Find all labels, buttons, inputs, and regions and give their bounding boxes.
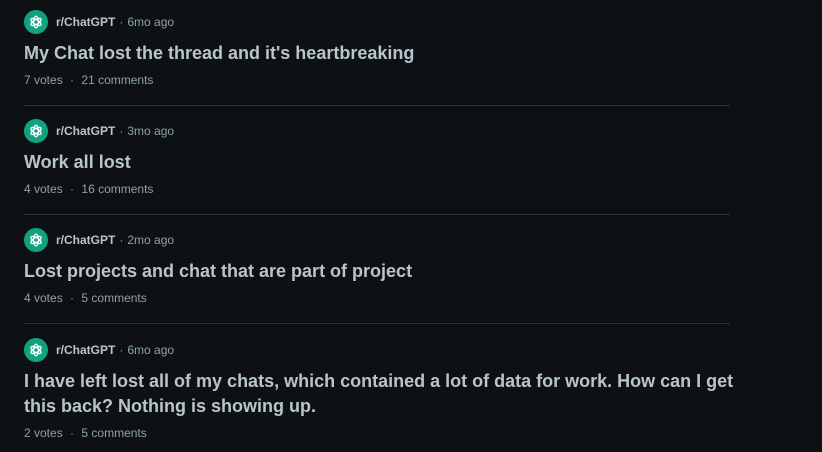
openai-logo-icon	[30, 343, 42, 357]
post-card[interactable]: r/ChatGPT · 6mo ago My Chat lost the thr…	[24, 10, 744, 88]
subreddit-avatar[interactable]	[24, 228, 48, 252]
subreddit-link[interactable]: r/ChatGPT	[56, 15, 115, 29]
search-results-feed: r/ChatGPT · 6mo ago My Chat lost the thr…	[0, 0, 822, 452]
stats-separator: ·	[70, 426, 75, 440]
subreddit-avatar[interactable]	[24, 119, 48, 143]
meta-separator: ·	[119, 15, 124, 29]
vote-count: 2 votes	[24, 426, 63, 440]
post-age: 6mo ago	[127, 343, 175, 357]
post-card[interactable]: r/ChatGPT · 2mo ago Lost projects and ch…	[24, 228, 744, 306]
stats-separator: ·	[70, 73, 75, 87]
post-meta: r/ChatGPT · 2mo ago	[24, 228, 744, 252]
post-title[interactable]: My Chat lost the thread and it's heartbr…	[24, 41, 744, 66]
comment-count: 21 comments	[81, 73, 154, 87]
meta-separator: ·	[119, 343, 124, 357]
openai-logo-icon	[30, 124, 42, 138]
subreddit-link[interactable]: r/ChatGPT	[56, 343, 115, 357]
post-divider	[24, 105, 730, 106]
comment-count: 5 comments	[81, 291, 147, 305]
stats-separator: ·	[70, 182, 75, 196]
subreddit-avatar[interactable]	[24, 338, 48, 362]
post-title[interactable]: I have left lost all of my chats, which …	[24, 369, 744, 419]
post-meta: r/ChatGPT · 6mo ago	[24, 10, 744, 34]
post-stats: 4 votes · 5 comments	[24, 290, 744, 306]
vote-count: 4 votes	[24, 182, 63, 196]
vote-count: 4 votes	[24, 291, 63, 305]
post-meta: r/ChatGPT · 3mo ago	[24, 119, 744, 143]
post-stats: 2 votes · 5 comments	[24, 425, 744, 441]
vote-count: 7 votes	[24, 73, 63, 87]
subreddit-link[interactable]: r/ChatGPT	[56, 124, 115, 138]
meta-separator: ·	[119, 124, 124, 138]
post-divider	[24, 323, 730, 324]
subreddit-avatar[interactable]	[24, 10, 48, 34]
post-card[interactable]: r/ChatGPT · 3mo ago Work all lost 4 vote…	[24, 119, 744, 197]
comment-count: 5 comments	[81, 426, 147, 440]
post-title[interactable]: Lost projects and chat that are part of …	[24, 259, 744, 284]
openai-logo-icon	[30, 15, 42, 29]
stats-separator: ·	[70, 291, 75, 305]
meta-separator: ·	[119, 233, 124, 247]
post-divider	[24, 214, 730, 215]
post-age: 2mo ago	[127, 233, 175, 247]
post-age: 3mo ago	[127, 124, 175, 138]
post-stats: 4 votes · 16 comments	[24, 181, 744, 197]
post-stats: 7 votes · 21 comments	[24, 72, 744, 88]
post-meta: r/ChatGPT · 6mo ago	[24, 338, 744, 362]
post-card[interactable]: r/ChatGPT · 6mo ago I have left lost all…	[24, 338, 744, 441]
post-title[interactable]: Work all lost	[24, 150, 744, 175]
comment-count: 16 comments	[81, 182, 154, 196]
openai-logo-icon	[30, 233, 42, 247]
post-age: 6mo ago	[127, 15, 175, 29]
subreddit-link[interactable]: r/ChatGPT	[56, 233, 115, 247]
